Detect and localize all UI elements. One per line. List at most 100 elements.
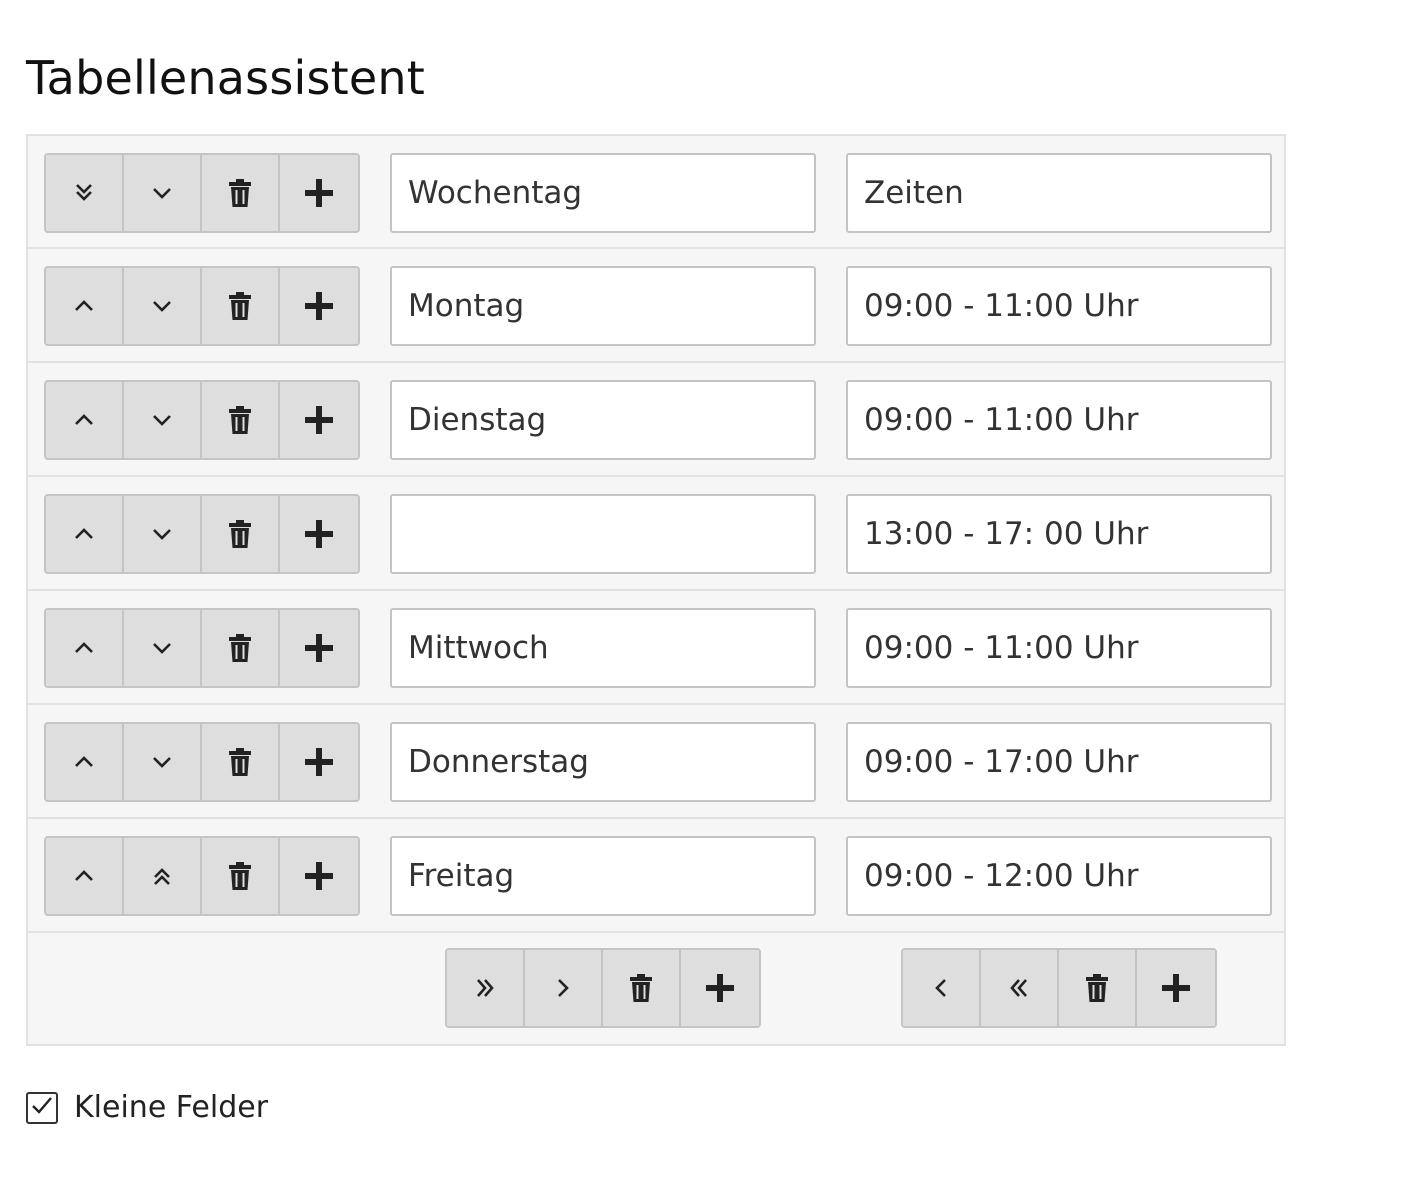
delete-column-button[interactable] [1059, 950, 1137, 1026]
move-row-down-button[interactable] [124, 268, 202, 344]
cell-input-column-1[interactable] [390, 836, 816, 916]
cell-input-column-1[interactable] [390, 266, 816, 346]
delete-row-button[interactable] [202, 382, 280, 458]
trash-icon [227, 405, 253, 435]
trash-icon [227, 633, 253, 663]
add-column-button[interactable] [1137, 950, 1215, 1026]
chevron-down-icon [149, 635, 175, 661]
chevron-up-icon [71, 293, 97, 319]
small-fields-label: Kleine Felder [74, 1090, 269, 1125]
cell-input-column-1[interactable] [390, 153, 816, 233]
table-row [28, 477, 1284, 591]
table-row [28, 249, 1284, 363]
chevron-up-icon [71, 407, 97, 433]
column-2-controls [901, 948, 1217, 1028]
delete-row-button[interactable] [202, 724, 280, 800]
table-row [28, 363, 1284, 477]
delete-row-button[interactable] [202, 838, 280, 914]
trash-icon [227, 178, 253, 208]
move-row-to-top-button[interactable] [124, 838, 202, 914]
move-row-down-button[interactable] [124, 610, 202, 686]
chevron-right-icon [550, 975, 576, 1001]
move-row-up-button[interactable] [46, 838, 124, 914]
move-row-up-button[interactable] [46, 268, 124, 344]
small-fields-checkbox[interactable] [26, 1091, 58, 1124]
plus-icon [705, 973, 735, 1003]
chevron-down-icon [149, 749, 175, 775]
move-row-up-button[interactable] [46, 610, 124, 686]
move-row-up-button[interactable] [46, 382, 124, 458]
cell-input-column-2[interactable] [846, 153, 1272, 233]
trash-icon [227, 519, 253, 549]
cell-input-column-2[interactable] [846, 836, 1272, 916]
move-row-down-button[interactable] [124, 724, 202, 800]
row-controls [44, 722, 360, 802]
cell-input-column-1[interactable] [390, 380, 816, 460]
add-row-button[interactable] [280, 268, 358, 344]
move-row-down-button[interactable] [124, 382, 202, 458]
trash-icon [1084, 973, 1110, 1003]
table-wizard [26, 134, 1286, 1046]
table-row [28, 705, 1284, 819]
row-controls [44, 153, 360, 233]
cell-input-column-2[interactable] [846, 494, 1272, 574]
move-row-to-bottom-button[interactable] [46, 155, 124, 231]
add-row-button[interactable] [280, 496, 358, 572]
table-row [28, 591, 1284, 705]
row-controls [44, 608, 360, 688]
cell-input-column-2[interactable] [846, 722, 1272, 802]
row-controls [44, 266, 360, 346]
delete-row-button[interactable] [202, 496, 280, 572]
chevron-up-icon [71, 863, 97, 889]
cell-input-column-1[interactable] [390, 722, 816, 802]
move-column-right-button[interactable] [525, 950, 603, 1026]
trash-icon [227, 747, 253, 777]
move-row-down-button[interactable] [124, 155, 202, 231]
move-column-to-start-button[interactable] [981, 950, 1059, 1026]
cell-input-column-1[interactable] [390, 608, 816, 688]
chevron-left-icon [928, 975, 954, 1001]
move-column-left-button[interactable] [903, 950, 981, 1026]
small-fields-option[interactable]: Kleine Felder [26, 1090, 268, 1125]
page-title: Tabellenassistent [26, 51, 425, 105]
add-row-button[interactable] [280, 838, 358, 914]
double-chevron-right-icon [472, 975, 498, 1001]
add-row-button[interactable] [280, 724, 358, 800]
chevron-up-icon [71, 521, 97, 547]
double-chevron-left-icon [1006, 975, 1032, 1001]
plus-icon [304, 405, 334, 435]
checkmark-icon [30, 1095, 54, 1121]
chevron-down-icon [149, 521, 175, 547]
table-row [28, 819, 1284, 933]
column-controls-row [28, 933, 1284, 1044]
chevron-up-icon [71, 749, 97, 775]
move-row-down-button[interactable] [124, 496, 202, 572]
move-row-up-button[interactable] [46, 496, 124, 572]
chevron-down-icon [149, 180, 175, 206]
delete-row-button[interactable] [202, 155, 280, 231]
plus-icon [304, 861, 334, 891]
add-row-button[interactable] [280, 155, 358, 231]
chevron-up-icon [71, 635, 97, 661]
delete-column-button[interactable] [603, 950, 681, 1026]
add-row-button[interactable] [280, 382, 358, 458]
trash-icon [227, 291, 253, 321]
move-column-to-end-button[interactable] [447, 950, 525, 1026]
add-column-button[interactable] [681, 950, 759, 1026]
double-chevron-down-icon [71, 180, 97, 206]
table-row [28, 136, 1284, 249]
plus-icon [304, 519, 334, 549]
delete-row-button[interactable] [202, 268, 280, 344]
cell-input-column-2[interactable] [846, 608, 1272, 688]
move-row-up-button[interactable] [46, 724, 124, 800]
plus-icon [304, 747, 334, 777]
double-chevron-up-icon [149, 863, 175, 889]
cell-input-column-2[interactable] [846, 380, 1272, 460]
plus-icon [304, 178, 334, 208]
trash-icon [227, 861, 253, 891]
delete-row-button[interactable] [202, 610, 280, 686]
plus-icon [304, 633, 334, 663]
add-row-button[interactable] [280, 610, 358, 686]
cell-input-column-2[interactable] [846, 266, 1272, 346]
cell-input-column-1[interactable] [390, 494, 816, 574]
